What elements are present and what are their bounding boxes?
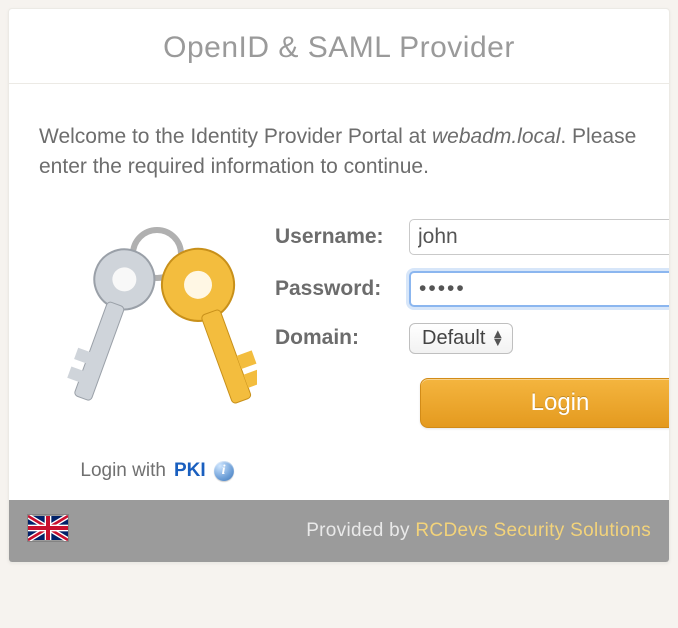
card-footer: Provided by RCDevs Security Solutions — [9, 500, 669, 562]
uk-flag-icon[interactable] — [27, 514, 69, 548]
pki-link[interactable]: PKI — [174, 460, 206, 482]
password-row: Password: — [275, 271, 670, 307]
keys-icon: Login with PKI i — [39, 215, 257, 482]
login-button[interactable]: Login — [420, 378, 670, 428]
card-body: Welcome to the Identity Provider Portal … — [9, 84, 669, 500]
pki-login[interactable]: Login with PKI i — [57, 460, 257, 482]
login-card: OpenID & SAML Provider Welcome to the Id… — [8, 8, 670, 563]
card-header: OpenID & SAML Provider — [9, 9, 669, 84]
form-fields: Username: Password: Domain: Default ▲▼ — [275, 215, 670, 428]
username-label: Username: — [275, 225, 409, 249]
password-label: Password: — [275, 277, 409, 301]
welcome-text: Welcome to the Identity Provider Portal … — [39, 122, 639, 183]
username-input[interactable] — [409, 219, 670, 255]
domain-label: Domain: — [275, 326, 409, 350]
footer-brand-link[interactable]: RCDevs Security Solutions — [415, 520, 651, 541]
welcome-host: webadm.local — [432, 125, 560, 148]
password-input[interactable] — [409, 271, 670, 307]
footer-prefix: Provided by — [306, 520, 415, 541]
domain-value: Default — [422, 327, 485, 350]
footer-text: Provided by RCDevs Security Solutions — [306, 520, 651, 542]
login-form: Login with PKI i Username: Password: Dom… — [39, 215, 639, 482]
domain-select[interactable]: Default ▲▼ — [409, 323, 513, 354]
info-icon[interactable]: i — [214, 461, 234, 481]
chevron-up-down-icon: ▲▼ — [491, 330, 504, 346]
username-row: Username: — [275, 219, 670, 255]
welcome-prefix: Welcome to the Identity Provider Portal … — [39, 125, 432, 148]
pki-prefix: Login with — [80, 460, 166, 482]
page-title: OpenID & SAML Provider — [25, 31, 653, 65]
domain-row: Domain: Default ▲▼ — [275, 323, 670, 354]
